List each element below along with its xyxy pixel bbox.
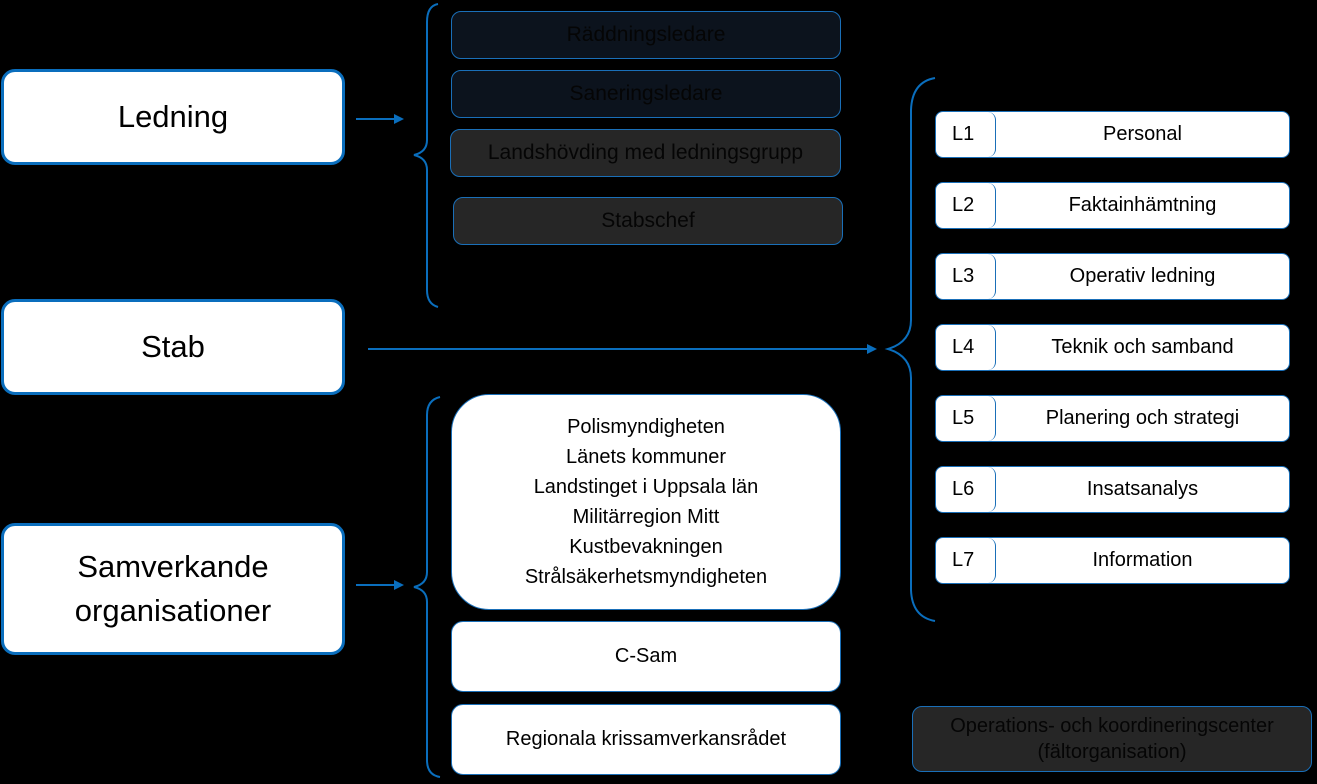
function-code: L1 bbox=[936, 112, 996, 157]
stab-function-l6[interactable]: L6 Insatsanalys bbox=[935, 466, 1290, 513]
function-label: Insatsanalys bbox=[1086, 478, 1199, 500]
function-code: L3 bbox=[936, 254, 996, 299]
samverkande-label-line1: Samverkande bbox=[77, 549, 269, 584]
ledning-item-raddningsledare[interactable]: Räddningsledare bbox=[451, 11, 841, 59]
function-label: Planering och strategi bbox=[1045, 407, 1240, 429]
ledning-box[interactable]: Ledning bbox=[1, 69, 345, 165]
function-code: L2 bbox=[936, 183, 996, 228]
function-code: L4 bbox=[936, 325, 996, 370]
krissamverkansradet-box[interactable]: Regionala krissamverkansrådet bbox=[451, 704, 841, 775]
function-label: Teknik och samband bbox=[1051, 336, 1234, 358]
org-item: Strålsäkerhetsmyndigheten bbox=[524, 566, 768, 588]
stab-label: Stab bbox=[141, 329, 205, 364]
field-org-line2: (fältorganisation) bbox=[1037, 741, 1187, 763]
ledning-item-label: Saneringsledare bbox=[569, 82, 723, 105]
stab-function-l3[interactable]: L3 Operativ ledning bbox=[935, 253, 1290, 300]
samverkande-brace bbox=[413, 396, 441, 778]
org-item: Länets kommuner bbox=[565, 446, 727, 468]
ledning-item-label: Räddningsledare bbox=[566, 23, 726, 46]
function-code: L6 bbox=[936, 467, 996, 512]
stab-function-l7[interactable]: L7 Information bbox=[935, 537, 1290, 584]
function-label: Faktainhämtning bbox=[1068, 194, 1217, 216]
c-sam-label: C-Sam bbox=[614, 645, 678, 667]
stab-function-l4[interactable]: L4 Teknik och samband bbox=[935, 324, 1290, 371]
stab-function-l2[interactable]: L2 Faktainhämtning bbox=[935, 182, 1290, 229]
c-sam-box[interactable]: C-Sam bbox=[451, 621, 841, 692]
org-item: Landstinget i Uppsala län bbox=[533, 476, 759, 498]
krissamverkansradet-label: Regionala krissamverkansrådet bbox=[505, 728, 787, 750]
field-org-line1: Operations- och koordineringscenter bbox=[950, 715, 1274, 737]
function-label: Personal bbox=[1103, 123, 1182, 145]
samverkande-orgs-box[interactable]: Polismyndigheten Länets kommuner Landsti… bbox=[451, 394, 841, 610]
samverkande-box[interactable]: Samverkande organisationer bbox=[1, 523, 345, 655]
org-item: Militärregion Mitt bbox=[572, 506, 720, 528]
function-label: Operativ ledning bbox=[1069, 265, 1216, 287]
ledning-brace bbox=[413, 3, 439, 308]
function-code: L7 bbox=[936, 538, 996, 583]
field-organisation-box[interactable]: Operations- och koordineringscenter (fäl… bbox=[912, 706, 1312, 772]
function-code: L5 bbox=[936, 396, 996, 441]
stab-brace bbox=[884, 77, 936, 622]
ledning-item-label: Landshövding med ledningsgrupp bbox=[487, 141, 804, 164]
ledning-item-label: Stabschef bbox=[601, 209, 695, 232]
stab-box[interactable]: Stab bbox=[1, 299, 345, 395]
stab-function-l5[interactable]: L5 Planering och strategi bbox=[935, 395, 1290, 442]
function-label: Information bbox=[1092, 549, 1193, 571]
ledning-item-stabschef[interactable]: Stabschef bbox=[453, 197, 843, 245]
ledning-item-saneringsledare[interactable]: Saneringsledare bbox=[451, 70, 841, 118]
ledning-item-landshovding[interactable]: Landshövding med ledningsgrupp bbox=[450, 129, 841, 177]
org-item: Kustbevakningen bbox=[569, 536, 723, 558]
samverkande-label-line2: organisationer bbox=[74, 593, 272, 628]
org-item: Polismyndigheten bbox=[567, 416, 725, 438]
stab-function-l1[interactable]: L1 Personal bbox=[935, 111, 1290, 158]
ledning-label: Ledning bbox=[117, 99, 229, 134]
